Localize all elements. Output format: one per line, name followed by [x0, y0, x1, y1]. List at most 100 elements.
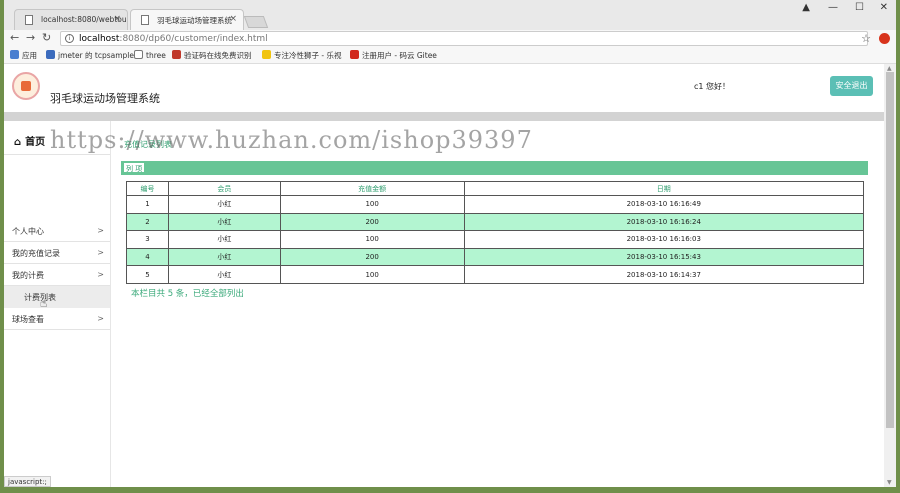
cell-member: 小红: [167, 212, 281, 232]
cell-id: 3: [126, 230, 169, 249]
header-divider: [4, 112, 884, 121]
minimize-button[interactable]: —: [828, 2, 838, 13]
close-icon[interactable]: ×: [113, 14, 121, 24]
back-icon[interactable]: ←: [10, 31, 19, 44]
forward-icon[interactable]: →: [26, 31, 35, 44]
cell-amount: 100: [279, 195, 465, 214]
sidebar-item-label: 个人中心: [12, 227, 44, 236]
page-viewport: 羽毛球运动场管理系统 c1 您好！ 安全退出 ⌂ 首页 个人中心 > 我的充值记录…: [4, 64, 884, 487]
cell-id: 5: [126, 265, 169, 284]
cell-date: 2018-03-10 16:14:37: [463, 265, 865, 284]
bookmark-label: 验证码在线免费识别: [184, 51, 252, 60]
table-row: 3 小红 100 2018-03-10 16:16:03: [126, 230, 865, 249]
scroll-up-icon[interactable]: ▲: [887, 65, 892, 72]
column-header: 会员: [167, 181, 281, 196]
address-bar: ← → ↻ i localhost:8080/dp60/customer/ind…: [4, 30, 896, 47]
sidebar: ⌂ 首页 个人中心 > 我的充值记录 > 我的计费 > 计费列表 球场查看 >: [4, 121, 111, 487]
watermark-text: https://www.huzhan.com/ishop39397: [50, 126, 533, 154]
url-input[interactable]: i localhost:8080/dp60/customer/index.htm…: [60, 31, 868, 46]
browser-window: localhost:8080/webtour × 羽毛球运动场管理系统 × ▲ …: [4, 0, 896, 487]
cell-date: 2018-03-10 16:15:43: [463, 247, 865, 267]
maximize-button[interactable]: ☐: [855, 2, 864, 13]
tab-strip: localhost:8080/webtour × 羽毛球运动场管理系统 × ▲ …: [4, 0, 896, 30]
new-tab-button[interactable]: [243, 16, 269, 28]
section-label: 列 项: [123, 162, 146, 173]
tab-webtour[interactable]: localhost:8080/webtour ×: [14, 9, 128, 30]
recharge-table: 编号 会员 充值金额 日期 1 小红 100 2018-03-10 16:16:…: [126, 181, 865, 284]
bookmark-captcha[interactable]: 验证码在线免费识别: [172, 50, 252, 61]
sidebar-item-my-billing[interactable]: 我的计费 >: [4, 264, 110, 286]
scroll-thumb[interactable]: [886, 72, 894, 428]
chevron-right-icon: >: [97, 270, 104, 279]
chevron-right-icon: >: [97, 248, 104, 257]
cell-date: 2018-03-10 16:16:24: [463, 212, 865, 232]
sidebar-item-label: 我的计费: [12, 271, 44, 280]
apps-icon: [10, 50, 19, 59]
page-icon: [141, 15, 149, 25]
cell-date: 2018-03-10 16:16:03: [463, 230, 865, 249]
cell-member: 小红: [167, 247, 281, 267]
home-label: 首页: [25, 137, 46, 148]
page-icon: [134, 50, 143, 59]
logout-button[interactable]: 安全退出: [830, 76, 873, 96]
cell-member: 小红: [167, 195, 281, 214]
cell-amount: 200: [279, 212, 465, 232]
bookmark-gitee[interactable]: 注册用户 - 码云 Gitee: [350, 50, 437, 61]
table-row: 2 小红 200 2018-03-10 16:16:24: [126, 212, 865, 232]
sidebar-subitem-billing-list[interactable]: 计费列表: [4, 286, 110, 308]
bookmark-label: jmeter 的 tcpsample: [58, 51, 135, 60]
extension-icon[interactable]: [879, 33, 890, 44]
cell-id: 4: [126, 247, 169, 267]
column-header: 编号: [126, 181, 169, 196]
sidebar-item-recharge-records[interactable]: 我的充值记录 >: [4, 242, 110, 264]
user-greeting: c1 您好！: [694, 82, 731, 91]
chevron-right-icon: >: [97, 314, 104, 323]
lion-icon: [262, 50, 271, 59]
sidebar-item-court-view[interactable]: 球场查看 >: [4, 308, 110, 330]
column-header: 充值金额: [279, 181, 465, 196]
tab-badminton[interactable]: 羽毛球运动场管理系统 ×: [130, 9, 244, 30]
main-content: 充值记录列表 列 项 编号 会员 充值金额 日期 1 小红 100 2018-0…: [111, 121, 884, 487]
table-row: 1 小红 100 2018-03-10 16:16:49: [126, 195, 865, 214]
table-row: 4 小红 200 2018-03-10 16:15:43: [126, 247, 865, 267]
bookmark-lion[interactable]: 专注冷性狮子 - 乐视: [262, 50, 341, 61]
cell-id: 2: [126, 212, 169, 232]
bookmark-jmeter[interactable]: jmeter 的 tcpsample: [46, 50, 134, 61]
scroll-down-icon[interactable]: ▼: [887, 479, 892, 486]
red-icon: [172, 50, 181, 59]
bookmark-apps[interactable]: 应用: [10, 50, 37, 61]
bookmark-label: 专注冷性狮子 - 乐视: [274, 51, 342, 60]
info-icon[interactable]: i: [65, 34, 74, 43]
sidebar-item-personal-center[interactable]: 个人中心 >: [4, 220, 110, 242]
cell-member: 小红: [167, 265, 281, 284]
site-header: 羽毛球运动场管理系统 c1 您好！ 安全退出: [4, 64, 884, 112]
site-title: 羽毛球运动场管理系统: [50, 92, 160, 105]
close-icon[interactable]: ×: [229, 14, 237, 24]
cell-date: 2018-03-10 16:16:49: [463, 195, 865, 214]
section-header-bar: 列 项: [121, 161, 868, 175]
cell-amount: 200: [279, 247, 465, 267]
chevron-right-icon: >: [97, 226, 104, 235]
bookmark-star-icon[interactable]: ☆: [861, 32, 871, 45]
cell-amount: 100: [279, 230, 465, 249]
bookmark-label: 注册用户 - 码云 Gitee: [362, 51, 437, 60]
user-icon[interactable]: ▲: [802, 2, 810, 13]
bookmarks-bar: 应用 jmeter 的 tcpsample three 验证码在线免费识别 专注…: [4, 47, 896, 64]
bookmark-label: three: [146, 51, 166, 60]
cell-id: 1: [126, 195, 169, 214]
close-window-button[interactable]: ✕: [880, 2, 888, 13]
tab-title: 羽毛球运动场管理系统: [157, 16, 232, 25]
reload-icon[interactable]: ↻: [42, 31, 51, 44]
vertical-scrollbar[interactable]: ▲ ▼: [884, 64, 896, 487]
table-header-row: 编号 会员 充值金额 日期: [126, 181, 865, 196]
list-summary: 本栏目共 5 条，已经全部列出: [131, 289, 244, 299]
gitee-icon: [350, 50, 359, 59]
cell-amount: 100: [279, 265, 465, 284]
bookmark-label: 应用: [22, 51, 37, 60]
hand-cursor-icon: ☝: [40, 296, 48, 310]
cell-member: 小红: [167, 230, 281, 249]
page-icon: [25, 15, 33, 25]
bookmark-three[interactable]: three: [134, 50, 166, 60]
url-host: localhost: [79, 34, 120, 44]
sidebar-item-label: 球场查看: [12, 315, 44, 324]
